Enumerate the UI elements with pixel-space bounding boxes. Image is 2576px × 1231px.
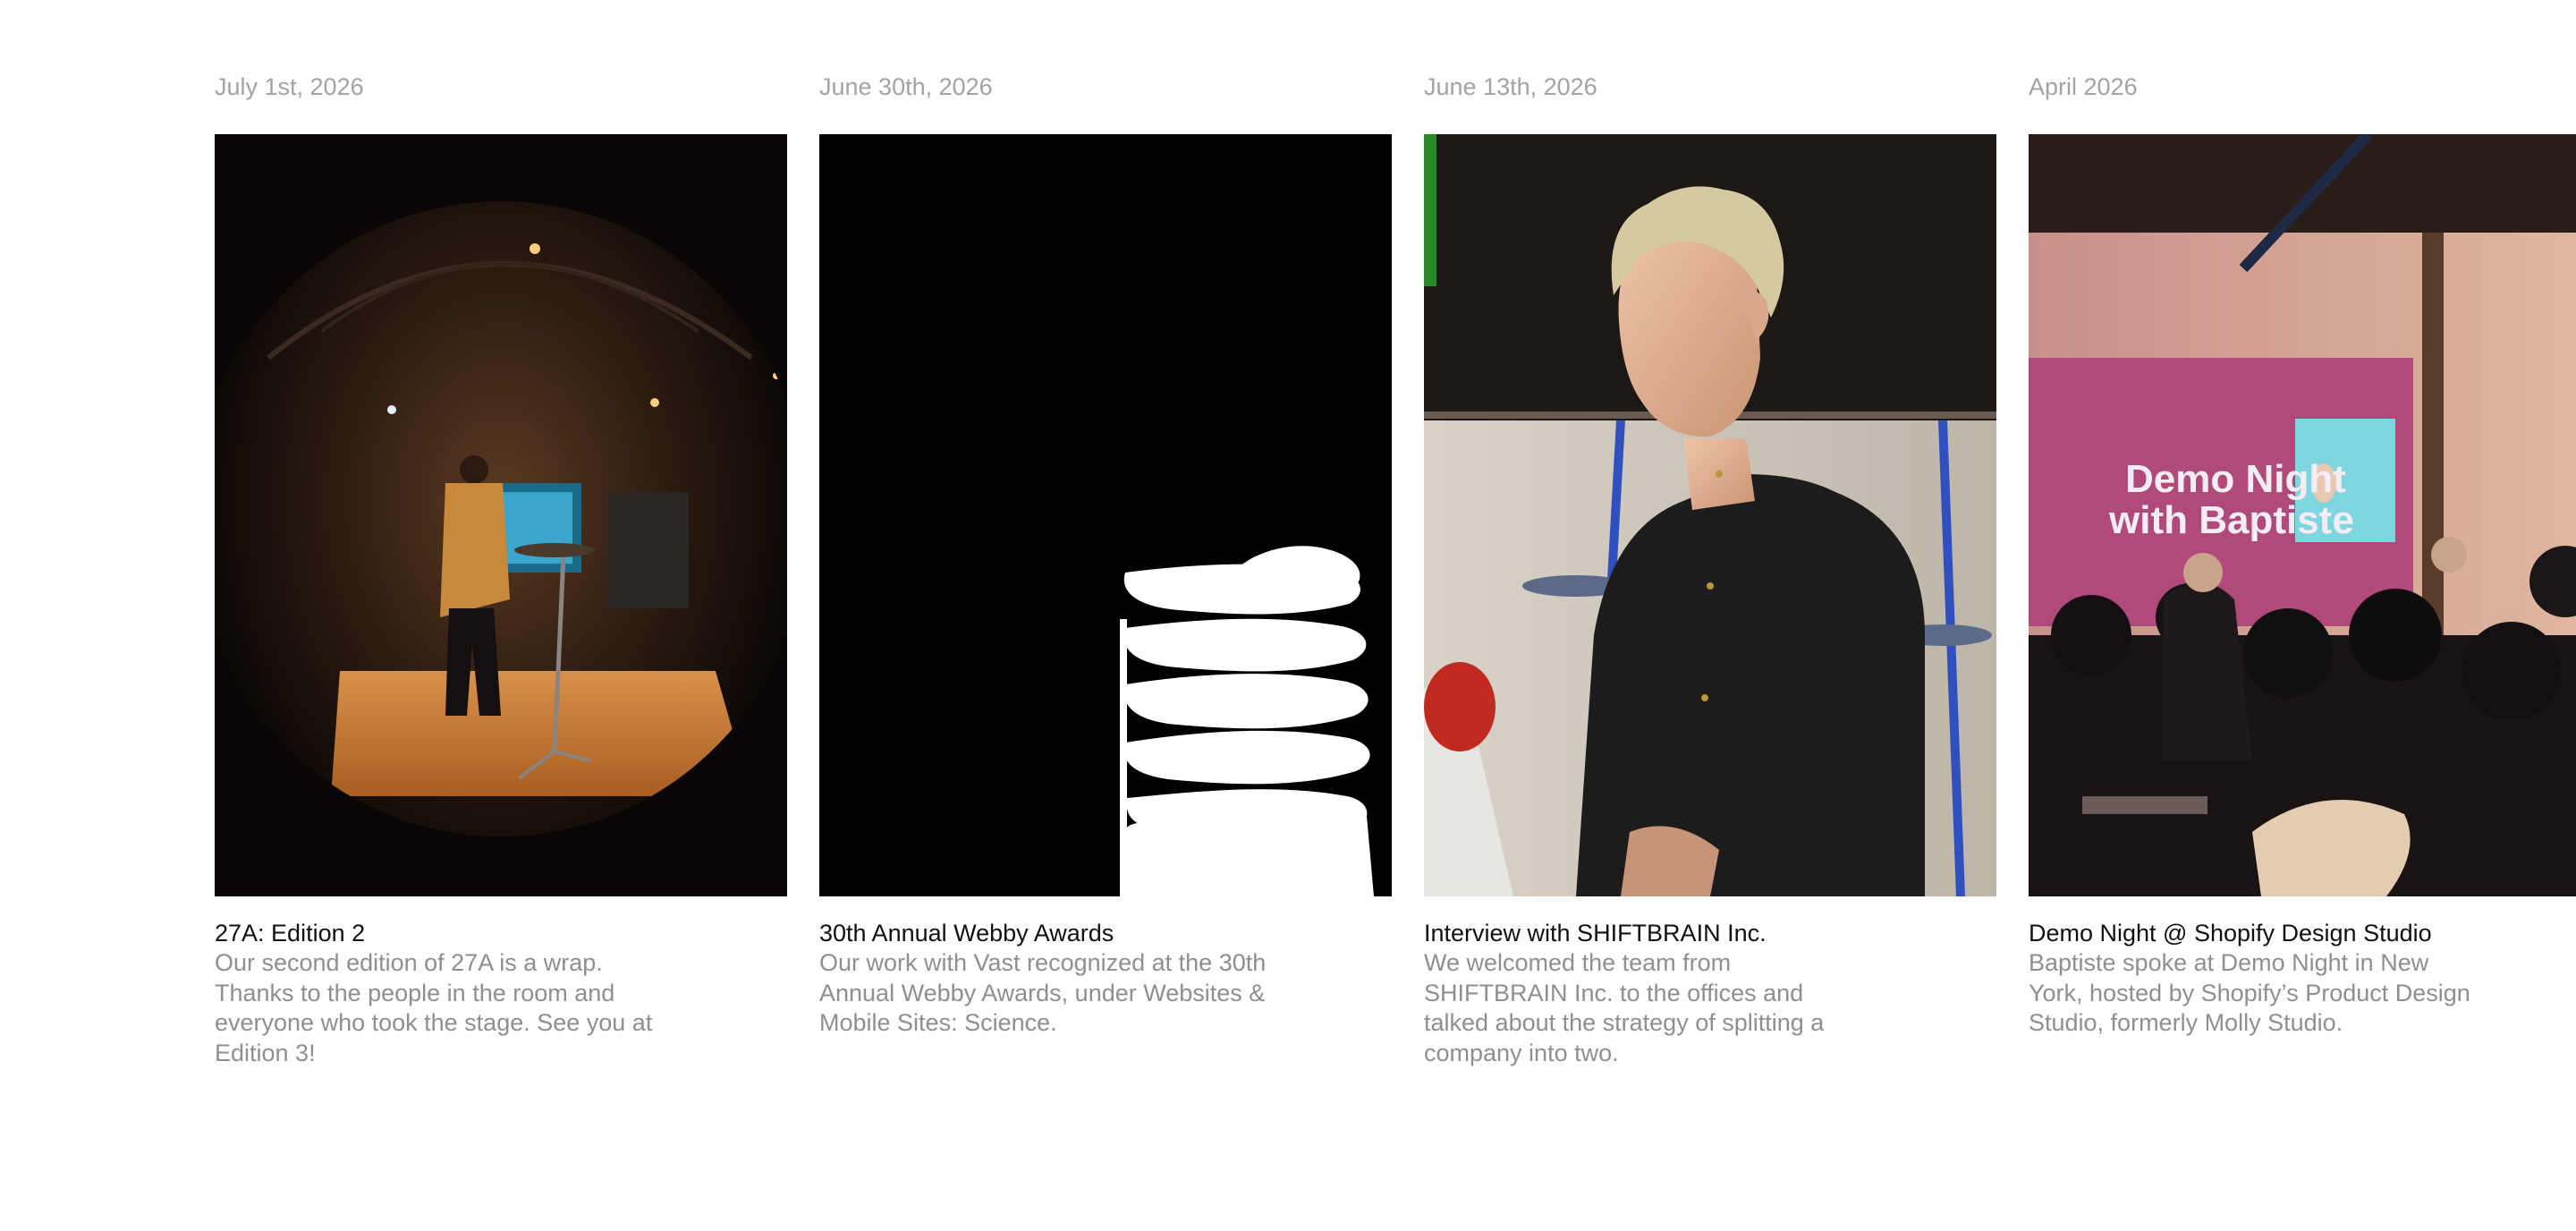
post-date: June 13th, 2026: [1424, 73, 1597, 100]
post-title[interactable]: Interview with SHIFTBRAIN Inc.: [1424, 918, 1767, 948]
post-image-interview[interactable]: [1424, 134, 1996, 896]
post-date: July 1st, 2026: [215, 73, 364, 100]
projected-demo-night-title: Demo Night with Baptiste: [2108, 457, 2357, 542]
post-date: April 2026: [2029, 73, 2138, 100]
post-date: June 30th, 2026: [819, 73, 993, 100]
post-image-fisheye-stage[interactable]: [215, 134, 787, 896]
post-image-webby[interactable]: [819, 134, 1392, 896]
post-description: Baptiste spoke at Demo Night in New York…: [2029, 949, 2470, 1036]
post-description: We welcomed the team from SHIFTBRAIN Inc…: [1424, 949, 1825, 1066]
webby-spring-logo: [819, 134, 1392, 896]
interview-portrait-photo: [1424, 134, 1996, 896]
fisheye-stage-photo: [215, 134, 787, 896]
post-title[interactable]: 27A: Edition 2: [215, 918, 365, 948]
post-title[interactable]: Demo Night @ Shopify Design Studio: [2029, 918, 2432, 948]
post-description: Our work with Vast recognized at the 30t…: [819, 949, 1267, 1036]
post-title[interactable]: 30th Annual Webby Awards: [819, 918, 1114, 948]
demo-night-event-photo: Demo Night with Baptiste: [2029, 134, 2576, 896]
post-image-demo-night[interactable]: Demo Night with Baptiste: [2029, 134, 2576, 896]
post-description: Our second edition of 27A is a wrap. Tha…: [215, 949, 653, 1066]
